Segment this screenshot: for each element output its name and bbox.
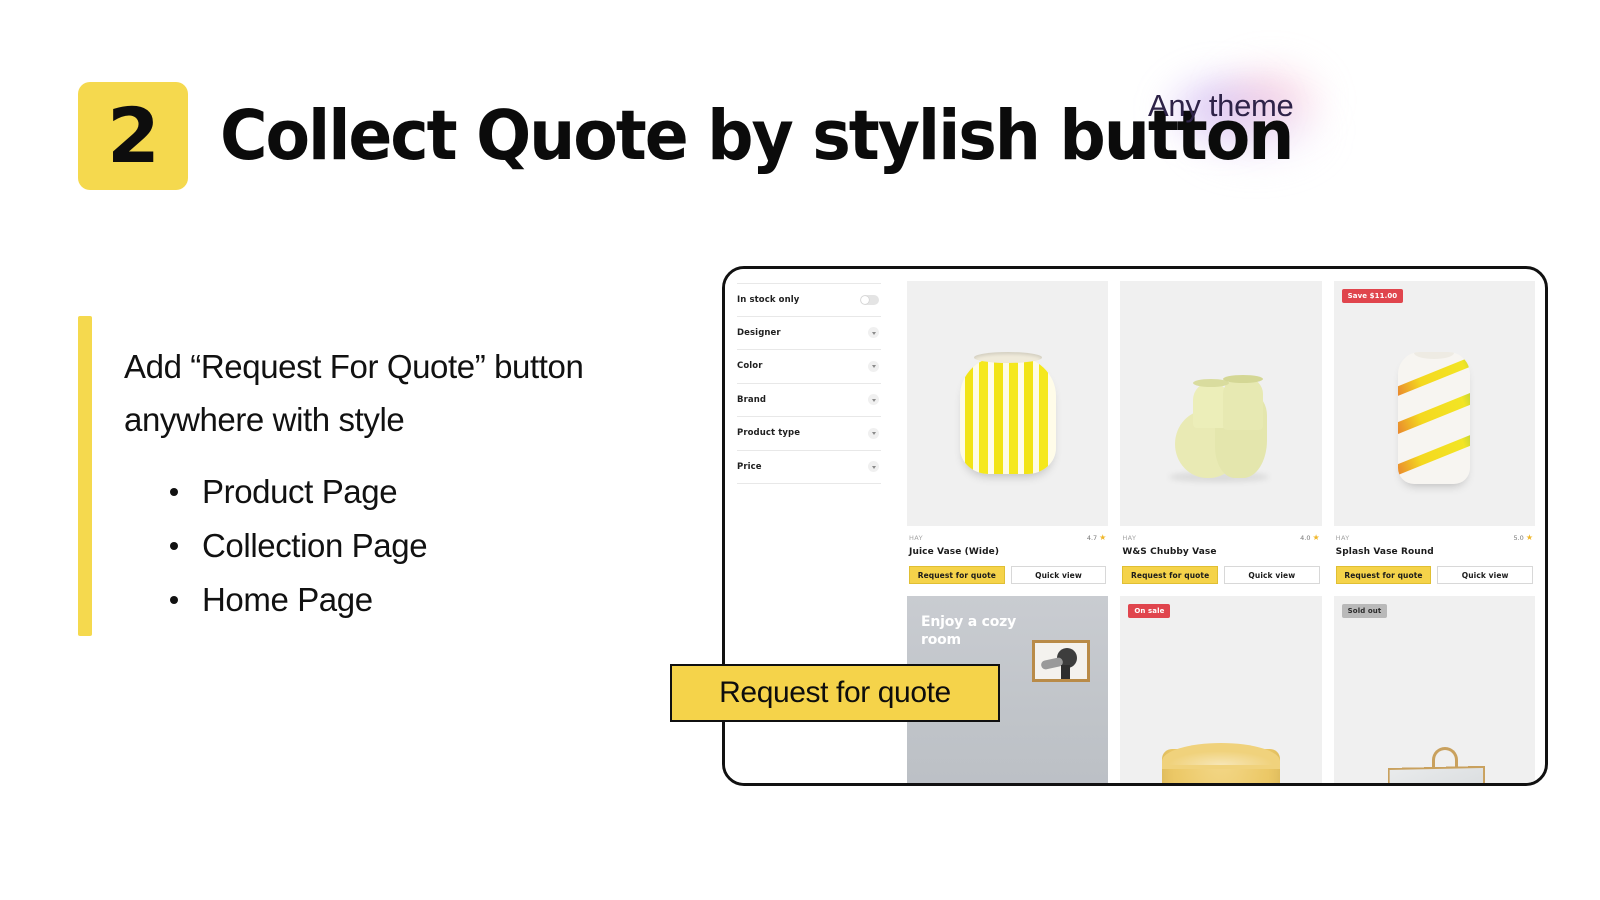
status-badge-sold-out: Sold out [1341, 604, 1388, 618]
tagline-any-theme: Any theme [1148, 88, 1294, 123]
banner-text: Enjoy a cozy room [921, 614, 1017, 648]
description-lead: Add “Request For Quote” button anywhere … [124, 348, 584, 439]
product-name: Juice Vase (Wide) [909, 547, 1000, 557]
rating-value: 4.0 [1300, 534, 1311, 542]
rating-value: 5.0 [1513, 534, 1524, 542]
pale-green-chubby-vase-illustration [1168, 375, 1269, 482]
bullet-dot [170, 542, 178, 551]
filter-label: Brand [737, 394, 767, 405]
filter-label: Product type [737, 428, 801, 439]
product-image-mirror[interactable]: Sold out [1333, 596, 1535, 783]
white-marbled-swirl-vase-illustration [1398, 352, 1471, 484]
filter-label: Price [737, 461, 762, 472]
feature-list: Product Page Collection Page Home Page [124, 465, 684, 627]
product-name: Splash Vase Round [1335, 547, 1434, 557]
filter-label: Designer [737, 327, 781, 338]
quick-view-button[interactable]: Quick view [1437, 566, 1533, 584]
product-card[interactable]: Save $11.00 HAY 5.0 ★ Splash Vase Round … [1333, 281, 1535, 584]
yellow-striped-vase-illustration [959, 352, 1056, 474]
product-image-chubby-vase[interactable] [1120, 281, 1322, 526]
status-badge-save: Save $11.00 [1341, 289, 1404, 303]
request-for-quote-button[interactable]: Request for quote [1122, 566, 1218, 584]
list-item-label: Product Page [202, 472, 398, 510]
page-title: Collect Quote by stylish button [220, 95, 1294, 176]
filter-designer[interactable]: Designer [737, 317, 881, 350]
brass-strap-mirror-illustration [1382, 747, 1486, 783]
chevron-down-icon[interactable] [868, 360, 879, 372]
wall-art-frame [1032, 640, 1091, 682]
product-rating: 4.0 ★ [1300, 533, 1320, 543]
product-grid: HAY 4.7 ★ Juice Vase (Wide) Request for … [907, 269, 1545, 783]
filter-color[interactable]: Color [737, 350, 881, 384]
chevron-down-icon[interactable] [868, 461, 879, 473]
star-icon: ★ [1099, 533, 1107, 542]
product-image-cushion[interactable]: On sale [1120, 596, 1322, 783]
list-item: Collection Page [170, 519, 684, 573]
request-for-quote-callout[interactable]: Request for quote [670, 664, 1000, 722]
list-item: Home Page [170, 573, 684, 627]
request-for-quote-button[interactable]: Request for quote [909, 566, 1005, 584]
list-item: Product Page [170, 465, 684, 519]
product-brand: HAY [1122, 534, 1137, 542]
product-brand: HAY [1335, 534, 1350, 542]
yellow-cushion-illustration [1161, 743, 1280, 783]
step-number-badge: 2 [78, 82, 188, 190]
quick-view-button[interactable]: Quick view [1224, 566, 1320, 584]
chevron-down-icon[interactable] [868, 427, 879, 439]
accent-bar [78, 316, 92, 636]
filter-label: In stock only [737, 294, 800, 305]
product-name: W&S Chubby Vase [1122, 547, 1217, 557]
step-number: 2 [107, 91, 160, 180]
product-image-juice-vase[interactable] [907, 281, 1109, 526]
bullet-dot [170, 596, 178, 605]
quick-view-button[interactable]: Quick view [1010, 566, 1107, 584]
request-for-quote-button[interactable]: Request for quote [1335, 566, 1432, 584]
product-brand: HAY [909, 534, 924, 542]
callout-label: Request for quote [719, 676, 951, 709]
bullet-dot [170, 487, 178, 496]
slide-canvas: 2 Collect Quote by stylish button Any th… [0, 0, 1600, 900]
product-card[interactable]: Sold out [1333, 596, 1535, 783]
product-card[interactable]: HAY 4.0 ★ W&S Chubby Vase Request for qu… [1120, 281, 1322, 584]
product-card[interactable]: HAY 4.7 ★ Juice Vase (Wide) Request for … [907, 281, 1109, 584]
star-icon: ★ [1312, 533, 1320, 542]
product-rating: 5.0 ★ [1513, 533, 1533, 543]
list-item-label: Home Page [202, 581, 373, 619]
product-image-splash-vase[interactable]: Save $11.00 [1333, 281, 1535, 526]
star-icon: ★ [1525, 533, 1533, 542]
filter-product-type[interactable]: Product type [737, 417, 881, 451]
product-rating: 4.7 ★ [1086, 533, 1107, 543]
filter-price[interactable]: Price [737, 451, 881, 484]
filter-label: Color [737, 361, 763, 372]
product-card[interactable]: On sale [1120, 596, 1322, 783]
chevron-down-icon[interactable] [868, 394, 879, 406]
rating-value: 4.7 [1086, 534, 1098, 542]
in-stock-toggle[interactable] [860, 294, 879, 305]
filter-in-stock-only[interactable]: In stock only [737, 283, 881, 317]
status-badge-on-sale: On sale [1128, 604, 1171, 618]
filter-brand[interactable]: Brand [737, 384, 881, 417]
list-item-label: Collection Page [202, 527, 428, 565]
description-block: Add “Request For Quote” button anywhere … [78, 316, 684, 636]
chevron-down-icon[interactable] [868, 327, 879, 339]
